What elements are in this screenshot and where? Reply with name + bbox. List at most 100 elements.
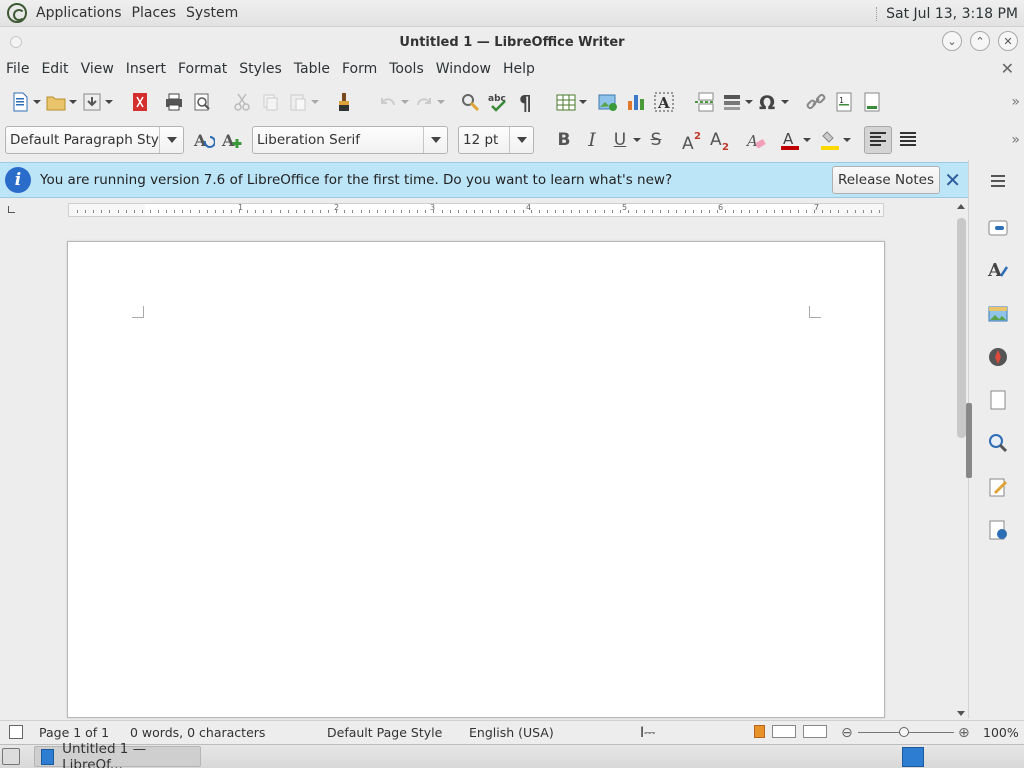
menu-form[interactable]: Form	[336, 61, 383, 77]
insert-special-character-icon[interactable]: Ω	[756, 90, 780, 114]
insert-image-icon[interactable]	[596, 90, 620, 114]
subscript-icon[interactable]: A2	[708, 128, 732, 152]
bold-icon[interactable]: B	[552, 128, 576, 152]
font-name-value[interactable]: Liberation Serif	[253, 132, 423, 148]
gallery-icon[interactable]	[985, 301, 1011, 327]
find-replace-icon[interactable]	[458, 90, 482, 114]
spelling-icon[interactable]: abc	[486, 90, 510, 114]
menu-table[interactable]: Table	[288, 61, 336, 77]
new-style-icon[interactable]: A	[220, 128, 244, 152]
paragraph-style-combo[interactable]: Default Paragraph Style	[5, 126, 184, 154]
release-notes-button[interactable]: Release Notes	[831, 166, 940, 194]
multi-page-view-icon[interactable]	[772, 725, 796, 738]
page-style[interactable]: Default Page Style	[327, 725, 442, 740]
sidebar-menu-icon[interactable]	[985, 168, 1011, 194]
paragraph-style-value[interactable]: Default Paragraph Style	[6, 132, 159, 148]
save-dropdown-icon[interactable]	[104, 90, 114, 114]
font-size-value[interactable]: 12 pt	[459, 132, 509, 148]
properties-icon[interactable]	[985, 215, 1011, 241]
cut-icon[interactable]	[230, 90, 254, 114]
font-color-icon[interactable]: A	[778, 128, 802, 152]
paste-icon[interactable]	[286, 90, 310, 114]
underline-icon[interactable]: U	[608, 128, 632, 152]
menu-view[interactable]: View	[75, 61, 120, 77]
page-icon[interactable]	[985, 387, 1011, 413]
tab-stop-selector-icon[interactable]	[8, 206, 15, 213]
panel-clock[interactable]: Sat Jul 13, 3:18 PM	[886, 6, 1018, 22]
align-center-icon[interactable]	[896, 128, 920, 152]
toolbar-overflow-icon[interactable]: »	[1011, 94, 1020, 110]
panel-menu-places[interactable]: Places	[127, 5, 182, 21]
workspace-switcher-icon[interactable]	[902, 747, 924, 767]
font-size-dropdown-icon[interactable]	[509, 127, 533, 153]
single-page-view-icon[interactable]	[754, 725, 765, 738]
scroll-down-icon[interactable]	[957, 711, 965, 716]
font-name-combo[interactable]: Liberation Serif	[252, 126, 448, 154]
book-view-icon[interactable]	[803, 725, 827, 738]
redo-icon[interactable]	[412, 90, 436, 114]
insert-chart-icon[interactable]	[624, 90, 648, 114]
paste-dropdown-icon[interactable]	[310, 90, 320, 114]
menu-edit[interactable]: Edit	[35, 61, 74, 77]
undo-dropdown-icon[interactable]	[400, 90, 410, 114]
formatting-marks-icon[interactable]: ¶	[514, 90, 538, 114]
save-icon[interactable]	[80, 90, 104, 114]
taskbar-window-button[interactable]: Untitled 1 — LibreOf...	[34, 741, 201, 768]
styles-icon[interactable]: A	[985, 256, 1011, 282]
superscript-icon[interactable]: A2	[680, 128, 704, 152]
horizontal-ruler[interactable]: 1 2 3 4 5 6 7	[68, 203, 884, 217]
menu-insert[interactable]: Insert	[120, 61, 172, 77]
menu-file[interactable]: File	[0, 61, 35, 77]
insert-textbox-icon[interactable]: A	[652, 90, 676, 114]
print-icon[interactable]	[162, 90, 186, 114]
insert-page-break-icon[interactable]	[692, 90, 716, 114]
window-titlebar[interactable]: Untitled 1 — LibreOffice Writer ⌄ ⌃ ✕	[0, 27, 1024, 57]
insert-hyperlink-icon[interactable]	[804, 90, 828, 114]
special-character-dropdown-icon[interactable]	[780, 90, 790, 114]
font-color-dropdown-icon[interactable]	[802, 128, 812, 152]
undo-icon[interactable]	[376, 90, 400, 114]
open-folder-icon[interactable]	[44, 90, 68, 114]
new-dropdown-icon[interactable]	[32, 90, 42, 114]
italic-icon[interactable]: I	[580, 128, 604, 152]
menu-styles[interactable]: Styles	[233, 61, 287, 77]
style-inspector-icon[interactable]	[985, 430, 1011, 456]
highlight-dropdown-icon[interactable]	[842, 128, 852, 152]
menu-tools[interactable]: Tools	[383, 61, 430, 77]
highlight-color-icon[interactable]	[818, 128, 842, 152]
document-modified-icon[interactable]	[9, 725, 23, 739]
new-document-icon[interactable]	[8, 90, 32, 114]
zoom-slider-knob[interactable]	[899, 727, 909, 737]
text-cursor-icon[interactable]: Ⅰ⎓	[640, 725, 655, 741]
align-left-icon[interactable]	[864, 126, 892, 154]
zoom-level[interactable]: 100%	[983, 725, 1019, 740]
infobar-close-icon[interactable]: ✕	[944, 169, 961, 191]
font-name-dropdown-icon[interactable]	[423, 127, 447, 153]
insert-header-footer-icon[interactable]	[860, 90, 884, 114]
design-icon[interactable]	[985, 517, 1011, 543]
document-page[interactable]	[67, 241, 885, 718]
close-document-icon[interactable]: ✕	[1001, 59, 1014, 78]
show-desktop-icon[interactable]	[2, 748, 20, 765]
open-dropdown-icon[interactable]	[68, 90, 78, 114]
insert-footnote-icon[interactable]: 1	[832, 90, 856, 114]
export-pdf-icon[interactable]	[128, 90, 152, 114]
zoom-in-icon[interactable]: ⊕	[958, 725, 970, 741]
field-dropdown-icon[interactable]	[744, 90, 754, 114]
page-count[interactable]: Page 1 of 1	[39, 725, 109, 740]
text-language[interactable]: English (USA)	[469, 725, 554, 740]
paragraph-style-dropdown-icon[interactable]	[159, 127, 183, 153]
panel-menu-applications[interactable]: Applications	[31, 5, 127, 21]
underline-dropdown-icon[interactable]	[632, 128, 642, 152]
minimize-button[interactable]: ⌄	[942, 31, 962, 51]
font-size-combo[interactable]: 12 pt	[458, 126, 534, 154]
scrollbar-thumb[interactable]	[957, 218, 966, 438]
navigator-icon[interactable]	[985, 344, 1011, 370]
clone-formatting-icon[interactable]	[332, 90, 356, 114]
strikethrough-icon[interactable]: S	[644, 128, 668, 152]
clear-formatting-icon[interactable]: A	[744, 128, 768, 152]
formatting-overflow-icon[interactable]: »	[1011, 132, 1020, 148]
panel-menu-system[interactable]: System	[181, 5, 243, 21]
window-menu-icon[interactable]	[10, 36, 22, 48]
table-dropdown-icon[interactable]	[578, 90, 588, 114]
